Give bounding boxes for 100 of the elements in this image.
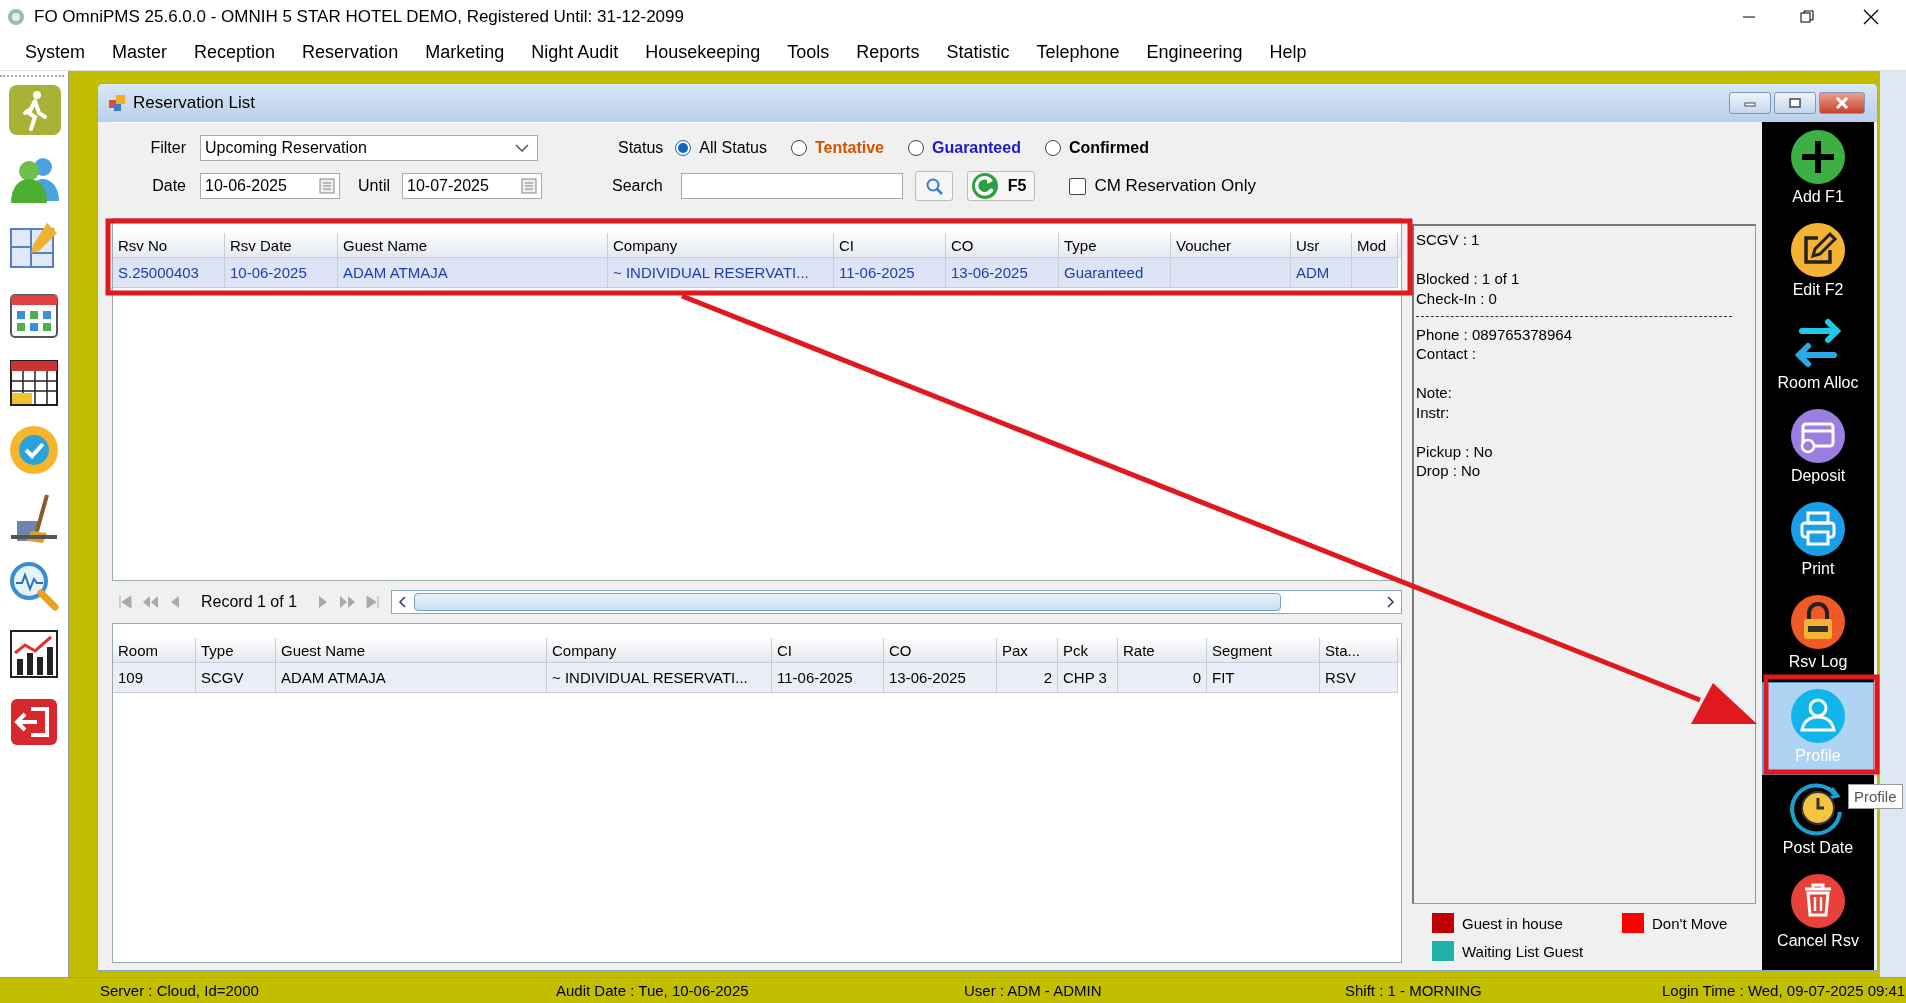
legend-label: Waiting List Guest [1462,942,1584,960]
maximize-button[interactable] [1774,92,1816,114]
close-icon [1835,97,1849,109]
radio-button[interactable] [675,140,692,156]
table-cell: 11-06-2025 [772,663,884,693]
table-cell: CHP 3 [1058,663,1118,693]
trash-icon [1788,871,1848,931]
legend-label: Guest in house [1462,914,1563,932]
table-cell: ~ INDIVIDUAL RESERVATI... [547,663,772,693]
radio-label[interactable]: Guaranteed [932,139,1021,157]
checkbox-label[interactable]: CM Reservation Only [1094,176,1256,196]
menu-item[interactable]: Night Audit [519,34,634,70]
chart-icon[interactable] [7,627,61,681]
check-badge-icon[interactable] [7,423,61,477]
table-cell: 11-06-2025 [834,258,946,288]
padlock-icon [1788,592,1848,652]
table-cell: ADAM ATMAJA [338,258,608,288]
info-text: SCGV : 1 [1416,230,1481,250]
search-field[interactable] [680,173,903,199]
magnifier-chart-icon[interactable] [7,559,61,613]
radio-button[interactable] [908,140,924,156]
app-logo-icon [6,7,26,27]
table-cell: 2 [997,663,1058,693]
table-cell: RSV [1320,663,1398,693]
menu-item[interactable]: Housekeeping [633,34,776,70]
status-text: Shift : 1 - MORNING [1345,982,1483,999]
filter-dropdown[interactable]: Upcoming Reservation [200,135,538,161]
radio-label[interactable]: All Status [699,139,767,157]
date-field[interactable]: 10-07-2025 [402,173,542,199]
close-button[interactable] [1819,92,1865,114]
record-counter: Record 1 of 1 [201,593,298,611]
table-cell: ADM [1291,258,1352,288]
table-cell: 10-06-2025 [225,258,338,288]
menu-item[interactable]: Engineering [1134,34,1258,70]
status-text: Login Time : Wed, 09-07-2025 09:41 [1662,982,1906,999]
table-cell: ADAM ATMAJA [276,663,547,693]
maximize-icon [1789,98,1801,108]
radio-label[interactable]: Tentative [814,139,884,157]
toolbar-button[interactable]: Add F1 [1762,124,1874,217]
info-text: Instr: [1416,402,1451,422]
table-cell: FIT [1207,663,1320,693]
toolbar-button[interactable]: Edit F2 [1762,217,1874,310]
toolbar-button[interactable]: Room Alloc [1762,310,1874,403]
table-cell: 13-06-2025 [946,258,1059,288]
edit-icon [1788,220,1848,280]
minimize-icon [1744,99,1756,107]
date-field[interactable]: 10-06-2025 [200,173,340,199]
table-cell: 13-06-2025 [884,663,997,693]
menu-item[interactable]: Reservation [290,34,414,70]
tooltip: Profile [1848,784,1903,809]
status-text: Audit Date : Tue, 10-06-2025 [556,982,750,999]
minimize-button[interactable] [1729,92,1771,114]
search-button[interactable] [914,171,953,201]
plus-icon [1788,127,1848,187]
toolbar-button[interactable]: Print [1762,496,1874,589]
chevron-down-icon [515,144,529,152]
user-icon [1788,686,1848,746]
search-icon [924,177,943,195]
table-cell: ~ INDIVIDUAL RESERVATI... [608,258,834,288]
info-text: Note: [1416,383,1453,403]
checkbox[interactable] [1069,177,1087,195]
field-label: Until [358,177,390,195]
radio-label[interactable]: Confirmed [1068,139,1149,157]
menu-item[interactable]: Help [1257,34,1322,70]
horizontal-scrollbar[interactable] [391,590,1402,614]
status-text: User : ADM - ADMIN [964,982,1103,999]
restore-icon[interactable] [1800,10,1814,24]
field-label: Date [151,177,186,195]
radio-button[interactable] [790,140,807,156]
field-label: Search [612,177,663,195]
window-title: Reservation List [133,93,255,113]
close-icon[interactable] [1863,9,1879,25]
menu-item[interactable]: Reports [844,34,935,70]
info-text: Contact : [1416,344,1478,364]
field-label: Status [618,139,664,157]
info-text: Pickup : No [1416,441,1494,461]
refresh-icon [969,171,1000,201]
toolbar-button[interactable]: Cancel Rsv [1762,868,1874,961]
table-cell: 0 [1118,663,1207,693]
window-title: FO OmniPMS 25.6.0.0 - OMNIH 5 STAR HOTEL DEMO, Registered Until: 31-12-2099 [34,7,684,27]
toolbar-button[interactable]: Deposit [1762,403,1874,496]
radio-button[interactable] [1044,140,1061,156]
menu-item[interactable]: Reception [182,34,291,70]
menu-item[interactable]: Master [100,34,183,70]
refresh-button[interactable]: F5 [966,171,1036,201]
field-label: Filter [149,139,186,157]
menu-item[interactable]: System [13,34,100,70]
status-text: Server : Cloud, Id=2000 [100,982,260,999]
menu-item[interactable]: Tools [775,34,845,70]
menu-item[interactable]: Marketing [413,34,520,70]
table-cell [1352,258,1398,288]
printer-icon [1788,499,1848,559]
wallet-icon [1788,406,1848,466]
table-cell: S.25000403 [113,258,225,288]
toolbar-button[interactable]: Rsv Log [1762,589,1874,682]
table-cell: Guaranteed [1059,258,1171,288]
table-cell: 109 [113,663,196,693]
menu-item[interactable]: Telephone [1024,34,1135,70]
menu-item[interactable]: Statistic [934,34,1025,70]
window-icon [108,94,126,112]
